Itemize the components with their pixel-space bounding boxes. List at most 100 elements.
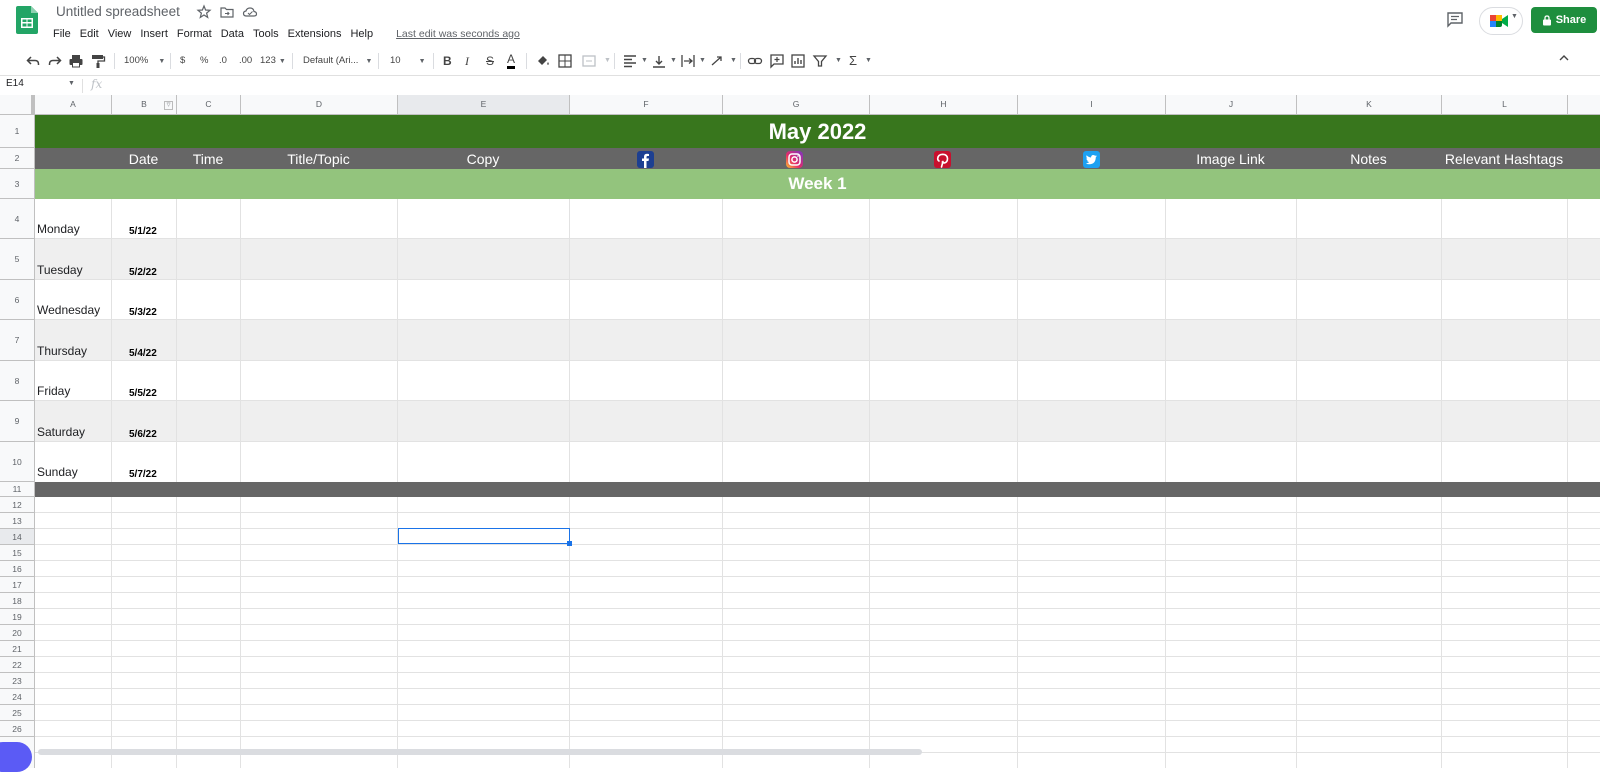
redo-icon[interactable] bbox=[47, 53, 63, 69]
filter-toggle-icon[interactable]: ▽ bbox=[164, 101, 173, 110]
column-header-h[interactable]: H bbox=[870, 95, 1018, 114]
row-header-3[interactable]: 3 bbox=[0, 169, 34, 199]
header-copy[interactable]: Copy bbox=[397, 148, 569, 169]
row-header-7[interactable]: 7 bbox=[0, 320, 34, 361]
borders-icon[interactable] bbox=[557, 53, 573, 69]
header-hashtags[interactable]: Relevant Hashtags bbox=[1441, 148, 1567, 169]
text-wrapping-icon[interactable] bbox=[680, 53, 696, 69]
comments-icon[interactable] bbox=[1446, 11, 1464, 29]
row-header-24[interactable]: 24 bbox=[0, 689, 34, 705]
strikethrough-button[interactable]: S bbox=[486, 53, 494, 69]
vertical-align-icon[interactable] bbox=[651, 53, 667, 69]
paint-format-icon[interactable] bbox=[90, 53, 106, 69]
halign-dropdown-icon[interactable]: ▼ bbox=[641, 53, 648, 69]
print-icon[interactable] bbox=[68, 53, 84, 69]
row-header-20[interactable]: 20 bbox=[0, 625, 34, 641]
row-header-15[interactable]: 15 bbox=[0, 545, 34, 561]
undo-icon[interactable] bbox=[25, 53, 41, 69]
meet-button[interactable]: ▼ bbox=[1479, 7, 1523, 35]
column-header-i[interactable]: I bbox=[1018, 95, 1166, 114]
pinterest-icon[interactable] bbox=[934, 151, 951, 168]
name-box[interactable]: E14 bbox=[6, 78, 74, 89]
row-header-18[interactable]: 18 bbox=[0, 593, 34, 609]
collapse-toolbar-icon[interactable] bbox=[1558, 52, 1570, 64]
header-title-topic[interactable]: Title/Topic bbox=[240, 148, 397, 169]
column-header-c[interactable]: C bbox=[177, 95, 241, 114]
row-header-10[interactable]: 10 bbox=[0, 442, 34, 482]
row-header-22[interactable]: 22 bbox=[0, 657, 34, 673]
move-folder-icon[interactable] bbox=[219, 4, 235, 20]
wrap-dropdown-icon[interactable]: ▼ bbox=[699, 53, 706, 69]
menu-insert[interactable]: Insert bbox=[136, 25, 172, 43]
fill-color-icon[interactable] bbox=[535, 53, 551, 69]
column-header-k[interactable]: K bbox=[1297, 95, 1442, 114]
week-label-cell[interactable]: Week 1 bbox=[35, 169, 1600, 199]
insert-link-icon[interactable] bbox=[747, 53, 763, 69]
italic-button[interactable]: I bbox=[465, 53, 469, 69]
row-header-12[interactable]: 12 bbox=[0, 497, 34, 513]
text-color-button[interactable]: A bbox=[507, 53, 516, 69]
row-header-9[interactable]: 9 bbox=[0, 401, 34, 442]
row-header-13[interactable]: 13 bbox=[0, 513, 34, 529]
horizontal-scrollbar[interactable] bbox=[38, 749, 922, 755]
insert-chart-icon[interactable] bbox=[790, 53, 806, 69]
more-formats-select[interactable]: 123 ▼ bbox=[260, 53, 286, 69]
twitter-icon[interactable] bbox=[1083, 151, 1100, 168]
row-header-4[interactable]: 4 bbox=[0, 199, 34, 239]
font-family-select[interactable]: Default (Ari... ▼ bbox=[303, 53, 372, 69]
merge-cells-icon[interactable] bbox=[581, 53, 597, 69]
row-header-5[interactable]: 5 bbox=[0, 239, 34, 280]
bold-button[interactable]: B bbox=[443, 53, 452, 69]
fill-handle[interactable] bbox=[567, 541, 572, 546]
menu-file[interactable]: File bbox=[49, 25, 75, 43]
cell-grid[interactable]: Monday 5/1/22 Tuesday 5/2/22 Wednesday 5… bbox=[35, 115, 1600, 768]
header-notes[interactable]: Notes bbox=[1296, 148, 1441, 169]
star-icon[interactable] bbox=[196, 4, 212, 20]
column-header-j[interactable]: J bbox=[1166, 95, 1297, 114]
instagram-icon[interactable] bbox=[786, 151, 803, 168]
cloud-saved-icon[interactable] bbox=[242, 4, 258, 20]
select-all-corner[interactable] bbox=[0, 95, 35, 114]
sheet-title-cell[interactable]: May 2022 bbox=[35, 115, 1600, 148]
facebook-icon[interactable] bbox=[637, 151, 654, 168]
row-header-23[interactable]: 23 bbox=[0, 673, 34, 689]
column-header-d[interactable]: D bbox=[241, 95, 398, 114]
functions-dropdown-icon[interactable]: ▼ bbox=[865, 53, 872, 69]
decrease-decimal-button[interactable]: .0 bbox=[219, 53, 227, 69]
row-header-16[interactable]: 16 bbox=[0, 561, 34, 577]
column-header-f[interactable]: F bbox=[570, 95, 723, 114]
column-header-a[interactable]: A bbox=[35, 95, 112, 114]
insert-comment-icon[interactable] bbox=[769, 53, 785, 69]
column-header-e[interactable]: E bbox=[398, 95, 570, 114]
section-divider-row[interactable] bbox=[35, 482, 1600, 497]
document-title[interactable]: Untitled spreadsheet bbox=[56, 4, 180, 19]
menu-tools[interactable]: Tools bbox=[249, 25, 283, 43]
font-size-select[interactable]: 10 ▼ bbox=[390, 53, 426, 69]
row-header-19[interactable]: 19 bbox=[0, 609, 34, 625]
menu-help[interactable]: Help bbox=[346, 25, 377, 43]
zoom-select[interactable]: 100% ▼ bbox=[124, 53, 165, 69]
row-header-25[interactable]: 25 bbox=[0, 705, 34, 721]
menu-format[interactable]: Format bbox=[173, 25, 216, 43]
row-header-6[interactable]: 6 bbox=[0, 280, 34, 320]
text-rotation-icon[interactable] bbox=[709, 53, 725, 69]
rotation-dropdown-icon[interactable]: ▼ bbox=[730, 53, 737, 69]
last-edit-link[interactable]: Last edit was seconds ago bbox=[392, 25, 524, 43]
formula-input[interactable] bbox=[116, 78, 1586, 93]
sheets-logo-icon[interactable] bbox=[16, 6, 38, 34]
row-header-2[interactable]: 2 bbox=[0, 148, 34, 169]
valign-dropdown-icon[interactable]: ▼ bbox=[670, 53, 677, 69]
header-image-link[interactable]: Image Link bbox=[1165, 148, 1296, 169]
functions-button[interactable]: Σ bbox=[849, 53, 857, 69]
filter-icon[interactable] bbox=[812, 53, 828, 69]
header-time[interactable]: Time bbox=[176, 148, 240, 169]
increase-decimal-button[interactable]: .00 bbox=[239, 53, 252, 69]
row-header-11[interactable]: 11 bbox=[0, 482, 34, 497]
merge-dropdown-icon[interactable]: ▼ bbox=[604, 53, 611, 69]
selected-cell-e14[interactable] bbox=[398, 528, 570, 544]
row-header-21[interactable]: 21 bbox=[0, 641, 34, 657]
menu-data[interactable]: Data bbox=[217, 25, 248, 43]
share-button[interactable]: Share bbox=[1531, 7, 1597, 33]
menu-edit[interactable]: Edit bbox=[76, 25, 103, 43]
header-date[interactable]: Date bbox=[111, 148, 176, 169]
